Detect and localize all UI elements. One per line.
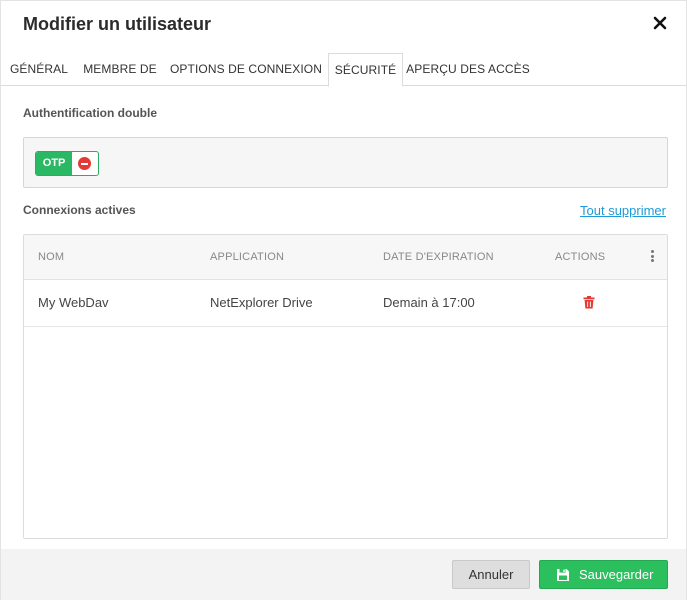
column-header-actions: ACTIONS: [555, 251, 606, 263]
save-button-label: Sauvegarder: [579, 567, 654, 582]
tab-connection-options[interactable]: OPTIONS DE CONNEXION: [167, 53, 325, 86]
dialog-footer: Annuler Sauvegarder: [1, 549, 686, 600]
table-row: My WebDav NetExplorer Drive Demain à 17:…: [24, 280, 667, 327]
close-button[interactable]: [652, 15, 668, 31]
save-button[interactable]: Sauvegarder: [539, 560, 668, 589]
cancel-button[interactable]: Annuler: [452, 560, 530, 589]
cell-name: My WebDav: [38, 295, 109, 310]
otp-chip-label: OTP: [36, 152, 72, 175]
delete-all-link[interactable]: Tout supprimer: [580, 203, 666, 218]
two-factor-box: OTP: [23, 137, 668, 188]
dialog-header: Modifier un utilisateur: [1, 1, 686, 53]
trash-icon[interactable]: [583, 296, 595, 309]
active-connections-table: NOM APPLICATION DATE D'EXPIRATION ACTION…: [23, 234, 668, 539]
active-connections-label: Connexions actives: [23, 203, 136, 217]
tab-bar: GÉNÉRAL MEMBRE DE OPTIONS DE CONNEXION S…: [1, 53, 686, 87]
dialog-title: Modifier un utilisateur: [23, 14, 212, 34]
column-header-expiration[interactable]: DATE D'EXPIRATION: [383, 235, 494, 280]
remove-circle-icon[interactable]: [78, 157, 91, 170]
column-header-application[interactable]: APPLICATION: [210, 235, 284, 280]
close-icon[interactable]: [652, 15, 668, 31]
floppy-disk-icon: [557, 569, 569, 581]
column-menu-icon[interactable]: [651, 250, 655, 262]
otp-chip[interactable]: OTP: [35, 151, 99, 176]
two-factor-label: Authentification double: [23, 106, 157, 120]
cell-expiration: Demain à 17:00: [383, 295, 475, 310]
edit-user-dialog: Modifier un utilisateur GÉNÉRAL MEMBRE D…: [0, 0, 687, 600]
tab-security[interactable]: SÉCURITÉ: [328, 53, 403, 87]
delete-row-button[interactable]: [583, 296, 595, 309]
security-panel: Authentification double OTP Connexions a…: [1, 87, 686, 549]
tab-access-overview[interactable]: APERÇU DES ACCÈS: [405, 53, 531, 86]
cell-application: NetExplorer Drive: [210, 295, 313, 310]
table-header: NOM APPLICATION DATE D'EXPIRATION ACTION…: [24, 235, 667, 280]
column-header-name[interactable]: NOM: [38, 235, 64, 280]
tab-member-of[interactable]: MEMBRE DE: [77, 53, 163, 86]
tab-general[interactable]: GÉNÉRAL: [5, 53, 73, 86]
